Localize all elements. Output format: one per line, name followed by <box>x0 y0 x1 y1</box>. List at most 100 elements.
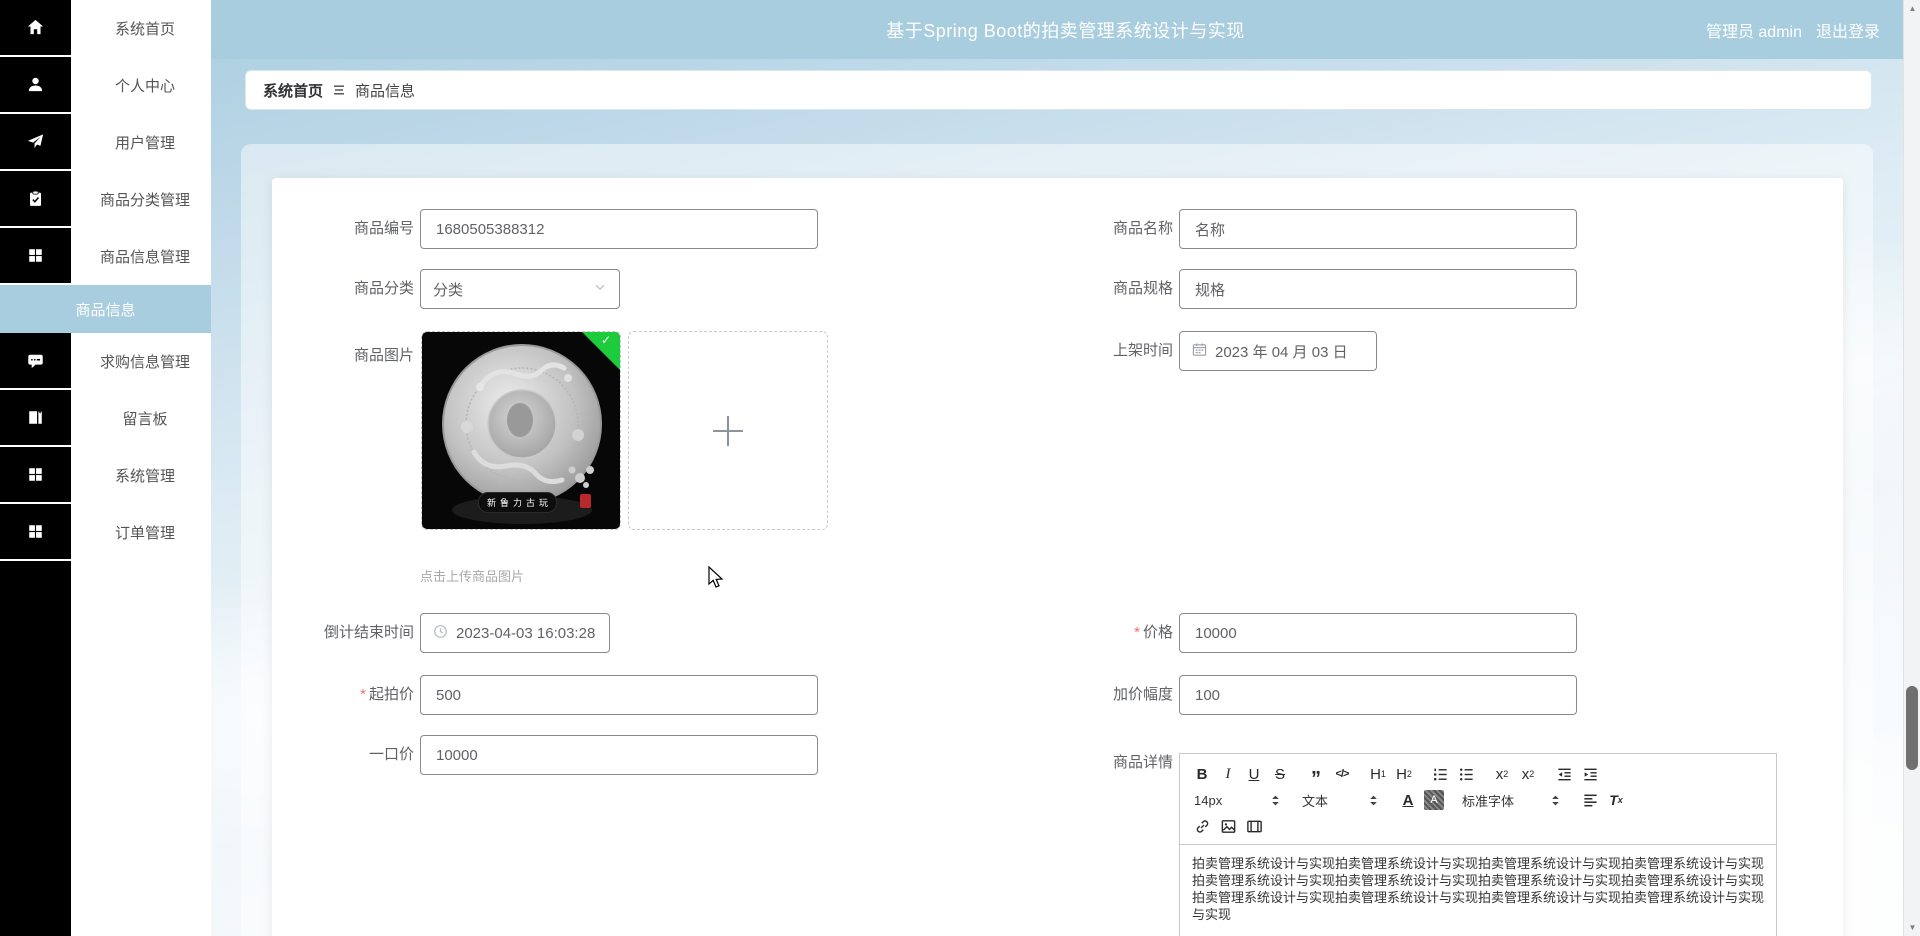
clear-format-button[interactable]: Tx <box>1604 788 1628 812</box>
breadcrumb-home[interactable]: 系统首页 <box>263 80 323 101</box>
breadcrumb-current: 商品信息 <box>355 82 416 100</box>
image-button[interactable] <box>1216 814 1240 838</box>
product-no-label: 商品编号 <box>353 220 414 237</box>
updown-icon <box>1552 795 1559 805</box>
align-button[interactable] <box>1578 788 1602 812</box>
subscript-button[interactable]: x2 <box>1490 762 1514 786</box>
start-price-input[interactable] <box>420 675 818 715</box>
user-icon <box>0 57 71 114</box>
background-color-button[interactable]: A <box>1422 788 1446 812</box>
price-input[interactable] <box>1179 613 1577 653</box>
product-form-card: 商品编号 商品名称 商品分类 分类 商品规格 商品图片 <box>272 178 1843 936</box>
spec-input[interactable] <box>1179 269 1577 309</box>
text-color-button[interactable]: A <box>1396 788 1420 812</box>
sidebar-item-users[interactable]: 用户管理 <box>0 114 211 171</box>
shelf-time-date-picker[interactable]: 2023 年 04 月 03 日 <box>1179 331 1377 371</box>
logout-link[interactable]: 退出登录 <box>1816 18 1880 42</box>
seal-mark <box>580 494 591 508</box>
send-icon <box>0 114 71 171</box>
clock-icon <box>433 624 448 643</box>
sidebar-item-label: 留言板 <box>71 390 211 447</box>
scrollbar-thumb[interactable] <box>1906 686 1918 770</box>
sidebar-item-label: 系统首页 <box>71 0 211 57</box>
sidebar-item-order-mgmt[interactable]: 订单管理 <box>0 504 211 561</box>
upload-success-badge: ✓ <box>581 332 620 371</box>
page-title: 基于Spring Boot的拍卖管理系统设计与实现 <box>886 20 1245 41</box>
upload-hint: 点击上传商品图片 <box>420 569 525 584</box>
product-name-input[interactable] <box>1179 209 1577 249</box>
main-content: 系统首页 商品信息 商品编号 商品名称 商品分类 分类 商品规格 <box>211 59 1920 936</box>
sidebar-item-label: 商品信息管理 <box>71 228 211 285</box>
indent-button[interactable] <box>1578 762 1602 786</box>
code-block-button[interactable]: </> <box>1330 762 1354 786</box>
page-scrollbar[interactable]: ▲ ▼ <box>1903 0 1920 936</box>
mouse-cursor <box>707 565 729 595</box>
superscript-button[interactable]: x2 <box>1516 762 1540 786</box>
sidebar-item-label: 个人中心 <box>71 57 211 114</box>
sidebar-item-label: 求购信息管理 <box>71 333 211 390</box>
increment-input[interactable] <box>1179 675 1577 715</box>
header1-button[interactable]: H1 <box>1366 762 1390 786</box>
calendar-icon <box>1192 342 1207 361</box>
category-label: 商品分类 <box>353 280 414 297</box>
spec-label: 商品规格 <box>1112 280 1173 297</box>
font-family-picker[interactable]: 标准字体 <box>1458 791 1566 810</box>
sidebar-item-home[interactable]: 系统首页 <box>0 0 211 57</box>
breadcrumb: 系统首页 商品信息 <box>245 70 1872 110</box>
app-window: 系统首页 个人中心 用户管理 商品分类管理 商品信息管理 商品信息 求购信息管理… <box>0 0 1920 936</box>
product-name-label: 商品名称 <box>1112 220 1173 237</box>
rich-text-editor: B I U S ” </> H1 H2 x 2 x 2 14px 文本 A A … <box>1179 753 1777 936</box>
bullet-list-button[interactable] <box>1454 762 1478 786</box>
scroll-up-arrow[interactable]: ▲ <box>1904 0 1920 17</box>
sidebar-item-label: 订单管理 <box>71 504 211 561</box>
chevron-down-icon <box>593 280 607 298</box>
sidebar-item-purchase-mgmt[interactable]: 求购信息管理 <box>0 333 211 390</box>
image-upload-button[interactable] <box>628 331 828 530</box>
strikethrough-button[interactable]: S <box>1268 762 1292 786</box>
home-icon <box>0 0 71 57</box>
end-time-label: 倒计结束时间 <box>323 624 414 641</box>
sidebar-item-product-info-active[interactable]: 商品信息 <box>0 285 211 333</box>
app-header: 基于Spring Boot的拍卖管理系统设计与实现 管理员 admin 退出登录 <box>211 0 1920 59</box>
editor-toolbar: B I U S ” </> H1 H2 x 2 x 2 14px 文本 A A … <box>1180 754 1776 845</box>
sidebar-item-product-mgmt[interactable]: 商品信息管理 <box>0 228 211 285</box>
sidebar-item-system-mgmt[interactable]: 系统管理 <box>0 447 211 504</box>
ordered-list-button[interactable] <box>1428 762 1452 786</box>
sidebar-filler <box>0 561 211 936</box>
current-user-label: 管理员 admin <box>1705 23 1802 41</box>
sidebar-item-label: 商品信息 <box>75 301 136 319</box>
image-watermark: 新鲁力古玩 <box>478 492 558 513</box>
underline-button[interactable]: U <box>1242 762 1266 786</box>
sidebar-item-profile[interactable]: 个人中心 <box>0 57 211 114</box>
required-asterisk: * <box>1134 624 1140 641</box>
grid-icon <box>0 228 71 285</box>
blockquote-button[interactable]: ” <box>1304 762 1328 789</box>
header2-button[interactable]: H2 <box>1392 762 1416 786</box>
bold-button[interactable]: B <box>1190 762 1214 786</box>
sidebar-item-category-mgmt[interactable]: 商品分类管理 <box>0 171 211 228</box>
clipboard-check-icon <box>0 171 71 228</box>
end-time-picker[interactable]: 2023-04-03 16:03:28 <box>420 613 610 653</box>
image-label: 商品图片 <box>353 347 414 364</box>
font-family-value: 标准字体 <box>1462 793 1515 809</box>
product-no-input[interactable] <box>420 209 818 249</box>
outdent-button[interactable] <box>1552 762 1576 786</box>
editor-content[interactable]: 拍卖管理系统设计与实现拍卖管理系统设计与实现拍卖管理系统设计与实现拍卖管理系统设… <box>1180 845 1776 933</box>
start-price-label: * 起拍价 <box>360 686 414 703</box>
link-button[interactable] <box>1190 814 1214 838</box>
buyout-price-input[interactable] <box>420 735 818 775</box>
product-image-thumbnail[interactable]: ✓ 新鲁力古玩 <box>421 331 621 530</box>
scroll-down-arrow[interactable]: ▼ <box>1904 919 1920 936</box>
grid-icon <box>0 447 71 504</box>
category-select[interactable]: 分类 <box>420 269 620 309</box>
font-size-value: 14px <box>1194 792 1223 808</box>
category-select-value: 分类 <box>433 281 464 299</box>
format-picker[interactable]: 文本 <box>1298 791 1384 810</box>
increment-label: 加价幅度 <box>1112 686 1173 703</box>
sidebar-item-message-board[interactable]: 留言板 <box>0 390 211 447</box>
bookmark-book-icon <box>0 390 71 447</box>
buyout-price-label: 一口价 <box>368 746 414 763</box>
video-button[interactable] <box>1242 814 1266 838</box>
italic-button[interactable]: I <box>1216 762 1240 786</box>
font-size-picker[interactable]: 14px <box>1190 793 1286 808</box>
